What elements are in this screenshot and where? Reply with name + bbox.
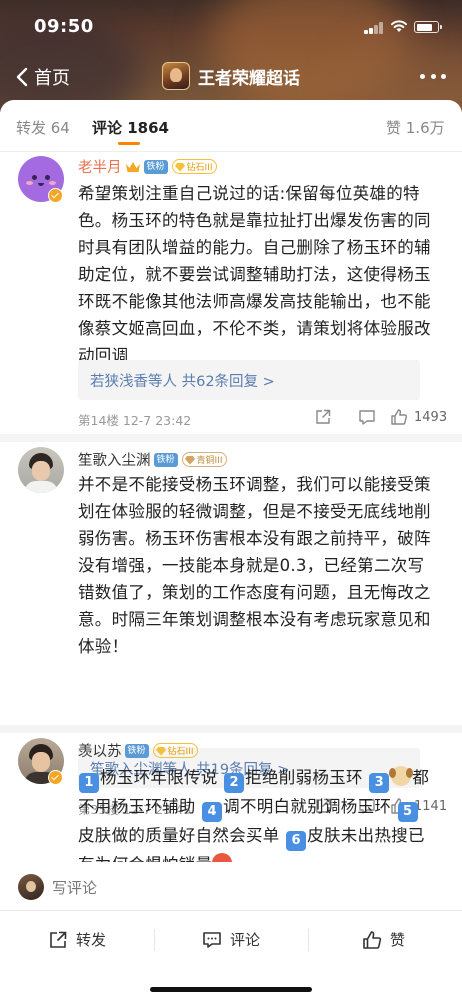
repost-button[interactable]: 转发 [48, 929, 106, 950]
share-icon[interactable] [314, 408, 332, 426]
fan-badge: 铁粉 [124, 743, 149, 758]
status-time: 09:50 [34, 16, 94, 37]
bronze-icon [184, 455, 195, 464]
dog-emoji [389, 766, 414, 786]
comment-text: 并不是不能接受杨玉环调整，我们可以能接受策划在体验服的轻微调整，但是不接受无底线… [78, 475, 431, 656]
more-options-button[interactable] [420, 66, 446, 86]
username[interactable]: 羡以苏 [78, 740, 122, 761]
crown-icon [125, 161, 140, 172]
battery-icon [414, 21, 442, 33]
comment-icon[interactable] [358, 408, 376, 426]
comment-text: 1 杨玉环年限传说 2 拒绝削弱杨玉环 3 都不用杨玉环辅助 4 调不明白就别调杨玉环 … [78, 764, 434, 878]
comment-icon [203, 931, 221, 948]
divider [0, 434, 462, 442]
share-icon [50, 931, 67, 948]
toolbar-separator [154, 929, 155, 951]
comment-text: 希望策划注重自己说过的话:保留每位英雄的特色。杨玉环的特色就是靠拉扯打出爆发伤害… [78, 184, 431, 365]
bottom-toolbar: 转发 评论 赞 [0, 910, 462, 1000]
like-count: 1493 [414, 410, 448, 425]
back-button[interactable]: 首页 [12, 64, 70, 90]
level-badge: 钻石III [152, 743, 199, 758]
username-row: 羡以苏 铁粉 钻石III [78, 740, 199, 761]
number-4-emoji: 4 [202, 802, 223, 822]
number-6-emoji: 6 [286, 831, 307, 851]
username[interactable]: 老半月 [78, 156, 122, 177]
topic-title[interactable]: 王者荣耀超话 [162, 62, 300, 90]
diamond-icon [155, 746, 166, 755]
comment-compose-bar[interactable]: 写评论 [0, 862, 462, 910]
chevron-left-icon [16, 67, 28, 87]
my-avatar [18, 874, 44, 900]
back-label: 首页 [34, 68, 70, 89]
replies-summary-text: 若狭浅香等人 共62条回复 > [90, 374, 275, 390]
level-badge: 青铜III [181, 452, 228, 467]
comment-button[interactable]: 评论 [202, 929, 260, 950]
comment-meta: 第14楼 12-7 23:42 1493 [78, 406, 448, 430]
cellular-signal-icon [364, 22, 384, 34]
replies-summary[interactable]: 若狭浅香等人 共62条回复 > [78, 360, 420, 400]
thumbs-up-icon [363, 930, 382, 949]
comment-input-placeholder[interactable]: 写评论 [52, 877, 97, 898]
username-row: 笙歌入尘渊 铁粉 青铜III [78, 449, 228, 470]
home-indicator [150, 987, 312, 992]
active-tab-indicator [118, 142, 140, 145]
tab-bar: 转发 64 评论 1864 赞 1.6万 [0, 100, 462, 152]
floor-and-time: 第14楼 12-7 23:42 [78, 413, 192, 428]
username[interactable]: 笙歌入尘渊 [78, 449, 151, 470]
username-row: 老半月 铁粉 钻石III [78, 156, 218, 177]
number-5-emoji: 5 [397, 802, 418, 822]
tab-comments[interactable]: 评论 1864 [92, 117, 169, 138]
nav-bar: 首页 王者荣耀超话 [0, 54, 462, 100]
avatar[interactable] [18, 447, 64, 493]
diamond-icon [174, 162, 185, 171]
status-bar: 09:50 [0, 0, 462, 54]
number-2-emoji: 2 [224, 773, 245, 793]
fan-badge: 铁粉 [143, 159, 168, 174]
number-1-emoji: 1 [79, 773, 99, 793]
number-3-emoji: 3 [369, 773, 390, 793]
tab-reposts[interactable]: 转发 64 [16, 117, 70, 138]
fan-badge: 铁粉 [153, 452, 178, 467]
comments-card: 转发 64 评论 1864 赞 1.6万 老半月 铁粉 钻石III 希望策划注重… [0, 100, 462, 910]
like-button[interactable]: 赞 [362, 929, 405, 950]
toolbar-separator [308, 929, 309, 951]
topic-avatar [162, 62, 190, 90]
level-badge: 钻石III [171, 159, 218, 174]
divider [0, 725, 462, 733]
verified-badge-icon [48, 770, 63, 785]
tab-likes[interactable]: 赞 1.6万 [386, 117, 445, 138]
topic-title-text: 王者荣耀超话 [198, 68, 300, 89]
wifi-icon [391, 20, 407, 32]
thumbs-up-icon[interactable] [390, 408, 408, 426]
verified-badge-icon [48, 188, 63, 203]
